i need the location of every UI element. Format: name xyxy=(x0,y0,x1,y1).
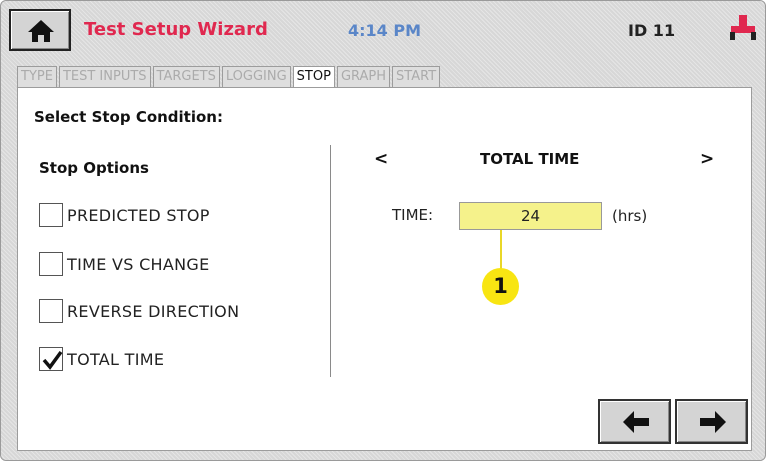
back-button[interactable] xyxy=(598,399,671,444)
time-label: TIME: xyxy=(392,206,434,224)
option-reverse-direction[interactable]: REVERSE DIRECTION xyxy=(39,298,239,324)
home-button[interactable] xyxy=(9,9,71,51)
option-label: TIME VS CHANGE xyxy=(67,254,210,274)
option-total-time[interactable]: TOTAL TIME xyxy=(39,346,164,372)
app-window: Test Setup Wizard 4:14 PM ID 11 TYPE TES… xyxy=(0,0,766,461)
time-value: 24 xyxy=(520,207,541,225)
divider xyxy=(330,145,331,377)
next-stop-type-button[interactable]: > xyxy=(700,149,714,169)
device-id: ID 11 xyxy=(628,21,676,40)
option-label: PREDICTED STOP xyxy=(67,205,210,225)
reverse-direction-checkbox[interactable] xyxy=(39,299,63,323)
stop-options-title: Stop Options xyxy=(39,159,149,177)
predicted-stop-checkbox[interactable] xyxy=(39,203,63,227)
tab-stop[interactable]: STOP xyxy=(292,66,335,88)
wizard-tabs: TYPE TEST INPUTS TARGETS LOGGING STOP GR… xyxy=(17,66,442,88)
clock: 4:14 PM xyxy=(348,21,422,40)
app-title: Test Setup Wizard xyxy=(84,19,268,40)
callout-line xyxy=(500,230,502,270)
total-time-checkbox[interactable] xyxy=(39,347,63,371)
option-time-vs-change[interactable]: TIME VS CHANGE xyxy=(39,251,210,277)
tab-start[interactable]: START xyxy=(392,66,441,88)
arrow-left-icon xyxy=(623,411,649,433)
connection-icon[interactable] xyxy=(728,14,758,42)
stop-panel: Select Stop Condition: Stop Options PRED… xyxy=(17,87,752,451)
time-vs-change-checkbox[interactable] xyxy=(39,252,63,276)
time-input[interactable]: 24 xyxy=(459,202,602,230)
stop-type-title: TOTAL TIME xyxy=(480,150,580,168)
home-icon xyxy=(28,20,54,42)
tab-logging[interactable]: LOGGING xyxy=(221,66,291,88)
tab-test-inputs[interactable]: TEST INPUTS xyxy=(58,66,151,88)
forward-button[interactable] xyxy=(675,399,748,444)
time-unit: (hrs) xyxy=(612,207,648,225)
section-title: Select Stop Condition: xyxy=(34,108,223,126)
callout-badge: 1 xyxy=(482,268,519,305)
tab-type[interactable]: TYPE xyxy=(17,66,57,88)
tab-graph[interactable]: GRAPH xyxy=(336,66,391,88)
tab-targets[interactable]: TARGETS xyxy=(152,66,220,88)
prev-stop-type-button[interactable]: < xyxy=(374,149,388,169)
option-predicted-stop[interactable]: PREDICTED STOP xyxy=(39,202,210,228)
checkmark-icon xyxy=(42,350,63,370)
arrow-right-icon xyxy=(700,411,726,433)
option-label: REVERSE DIRECTION xyxy=(67,301,240,321)
option-label: TOTAL TIME xyxy=(67,349,165,369)
